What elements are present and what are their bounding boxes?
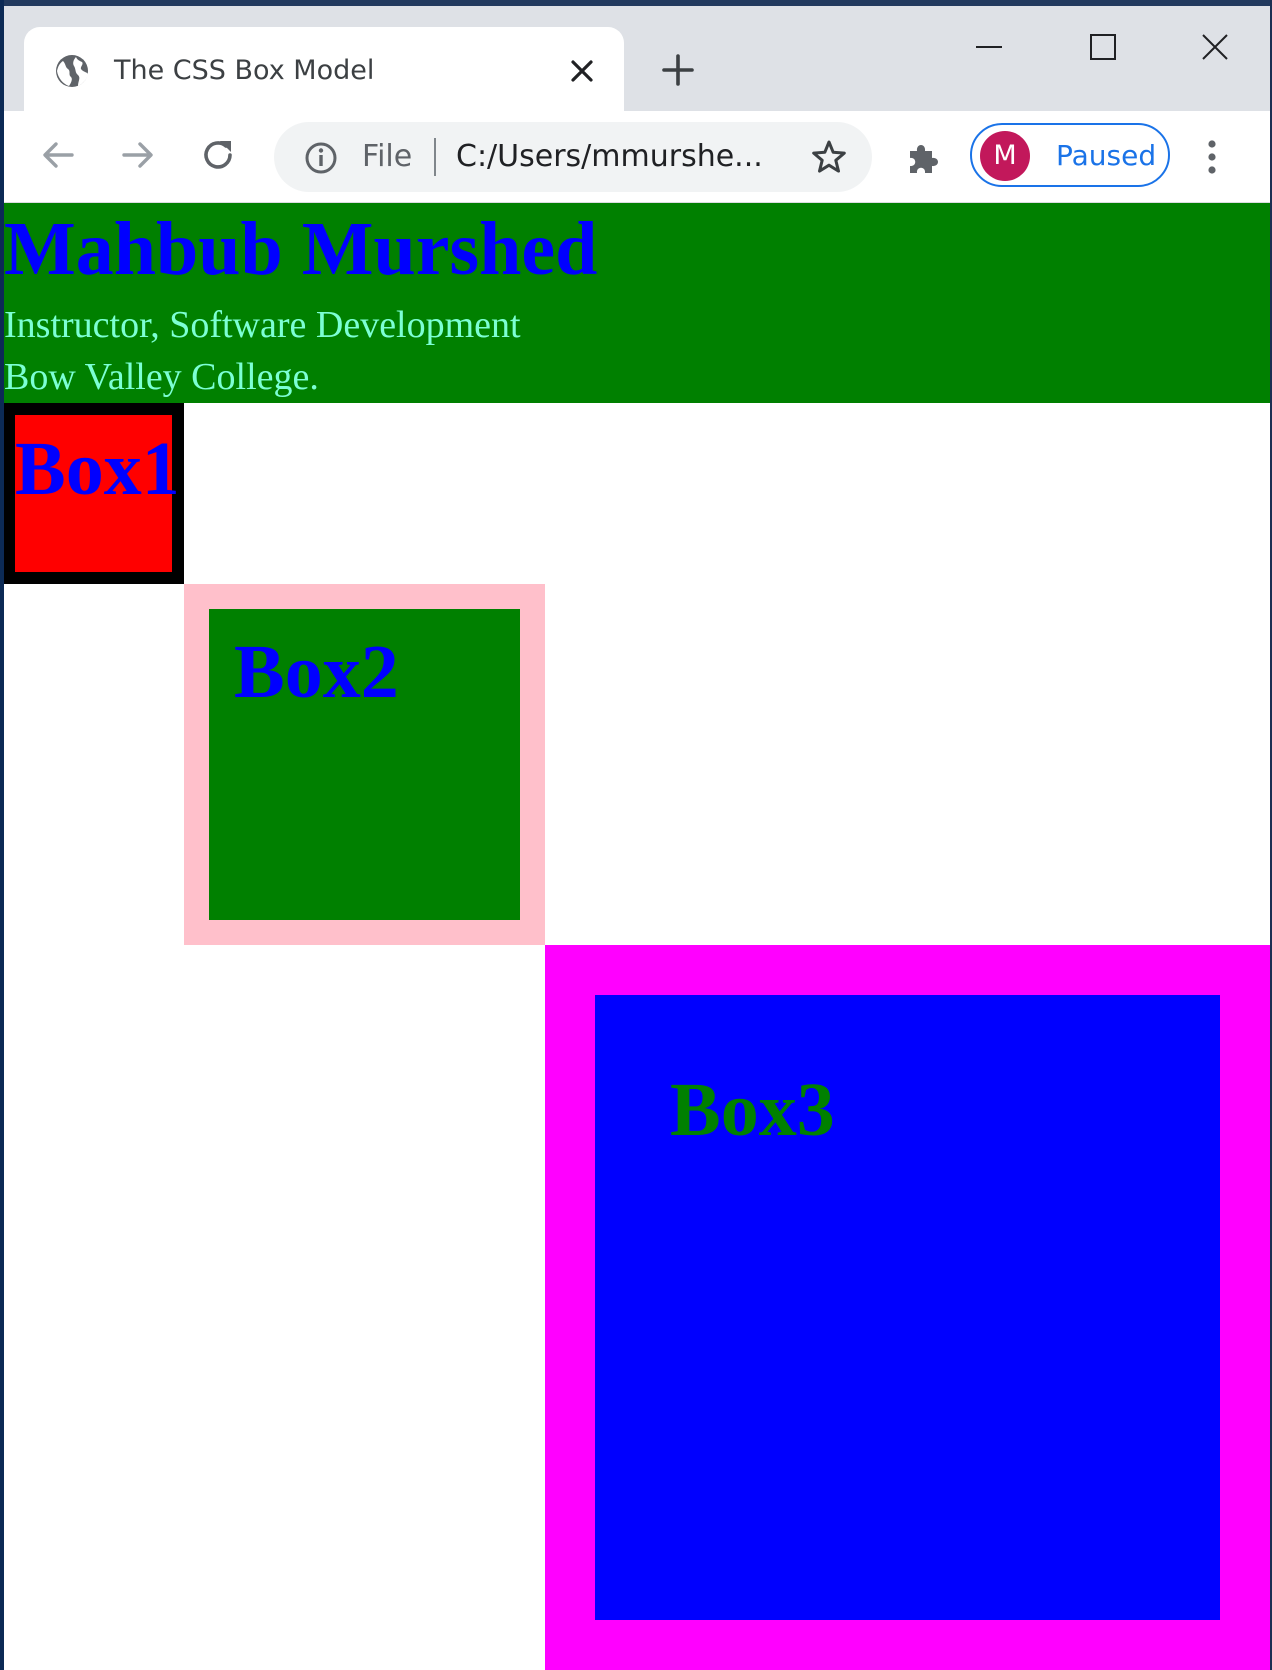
page-content: Mahbub Murshed Instructor, Software Deve… — [4, 203, 1270, 1670]
scheme-label: File — [362, 139, 413, 174]
tab-strip: The CSS Box Model — [4, 6, 1270, 111]
url-text[interactable]: C:/Users/mmurshe... — [456, 137, 766, 177]
avatar: M — [980, 131, 1030, 181]
site-info-icon[interactable] — [304, 141, 338, 175]
box2: Box2 — [184, 584, 545, 945]
box1: Box1 — [4, 403, 184, 584]
address-bar[interactable]: File C:/Users/mmurshe... — [274, 122, 872, 192]
address-separator — [434, 138, 436, 176]
maximize-icon[interactable] — [1088, 32, 1118, 62]
new-tab-plus-icon[interactable] — [660, 52, 696, 88]
minimize-icon[interactable] — [974, 32, 1004, 62]
extensions-puzzle-icon[interactable] — [904, 137, 944, 177]
instructor-line: Instructor, Software Development — [4, 304, 521, 346]
forward-arrow-icon[interactable] — [118, 135, 158, 175]
college-line: Bow Valley College. — [4, 356, 319, 398]
reload-icon[interactable] — [198, 135, 238, 175]
tab-close-icon[interactable] — [568, 57, 596, 85]
bookmark-star-icon[interactable] — [810, 138, 848, 176]
box2-label: Box2 — [234, 630, 399, 714]
profile-button[interactable]: M Paused — [970, 123, 1170, 187]
browser-toolbar: File C:/Users/mmurshe... M Paused — [4, 111, 1270, 203]
page-title: Mahbub Murshed — [4, 207, 598, 291]
more-menu-icon[interactable] — [1200, 135, 1224, 179]
tab-the-css-box-model[interactable]: The CSS Box Model — [24, 27, 624, 111]
box3-label: Box3 — [670, 1068, 835, 1152]
box1-label: Box1 — [15, 427, 180, 511]
tab-title: The CSS Box Model — [114, 55, 375, 86]
page-header: Mahbub Murshed Instructor, Software Deve… — [4, 203, 1270, 403]
box3: Box3 — [545, 945, 1270, 1670]
window-close-icon[interactable] — [1200, 32, 1230, 62]
browser-window: The CSS Box Model File C:/Users/mmurshe.… — [0, 0, 1272, 1670]
profile-status: Paused — [1056, 139, 1157, 172]
back-arrow-icon[interactable] — [38, 135, 78, 175]
globe-icon — [54, 53, 90, 89]
